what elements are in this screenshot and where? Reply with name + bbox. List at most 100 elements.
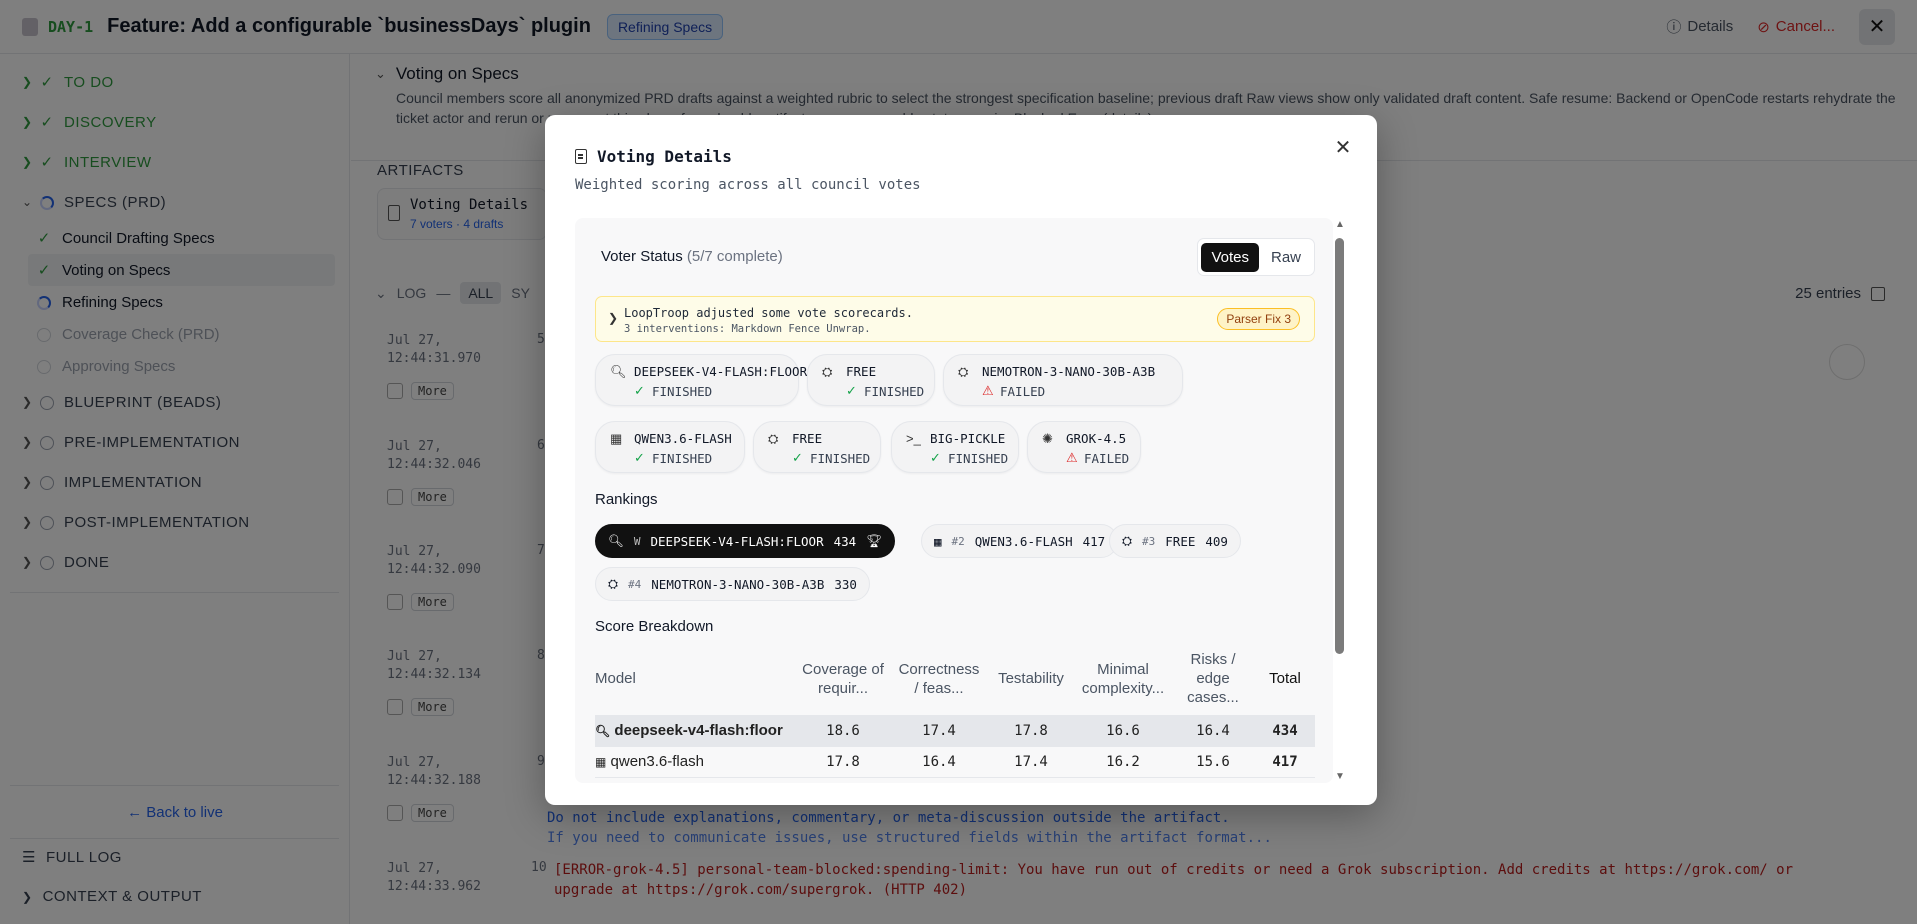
ranking-chip-winner[interactable]: 🔍︎ W DEEPSEEK-V4-FLASH:FLOOR 434 🏆︎ [595, 524, 896, 558]
model-cell: ▦ qwen3.6-flash [595, 746, 795, 778]
grid-icon: ▦ [595, 755, 607, 769]
robot-icon: ⛭ [958, 364, 969, 379]
view-toggle: Votes Raw [1197, 238, 1315, 276]
model-name: deepseek-v4-flash:floor [614, 722, 783, 739]
score-cell: 16.4 [1171, 715, 1255, 747]
voter-name: FREE [846, 364, 877, 379]
page: DAY-1 Feature: Add a configurable `busin… [0, 0, 1917, 924]
table-header-row: Model Coverage of requir... Correctness … [595, 643, 1315, 716]
voter-status: FAILED [1000, 384, 1046, 399]
ranking-chip[interactable]: ▦ #2 QWEN3.6-FLASH 417 [921, 524, 1119, 558]
voter-status: FINISHED [810, 451, 871, 466]
model-name: qwen3.6-flash [610, 753, 704, 770]
voter-name: NEMOTRON-3-NANO-30B-A3B [982, 364, 1156, 379]
col-risks: Risks / edge cases... [1171, 643, 1255, 716]
modal-subtitle: Weighted scoring across all council vote… [575, 177, 921, 193]
voter-status-heading: Voter Status (5/7 complete) [601, 248, 783, 265]
parser-fix-notice[interactable]: ❯ LoopTroop adjusted some vote scorecard… [595, 296, 1315, 342]
col-testability: Testability [987, 643, 1075, 716]
model-cell: 🔍︎ deepseek-v4-flash:floor [595, 715, 795, 747]
score-cell: 17.4 [987, 746, 1075, 778]
close-icon: ✕ [1334, 136, 1352, 159]
ranking-chip[interactable]: ⛭ #3 FREE 409 [1109, 524, 1241, 558]
col-minimal-complexity: Minimal complexity... [1075, 643, 1171, 716]
close-modal-button[interactable]: ✕ [1329, 133, 1357, 161]
check-circle-icon: ✓ [634, 383, 645, 398]
voting-panel: Voter Status (5/7 complete) Votes Raw ❯ … [575, 218, 1333, 783]
voter-status: FINISHED [948, 451, 1009, 466]
check-circle-icon: ✓ [846, 383, 857, 398]
ranking-score: 417 [1082, 533, 1106, 549]
ranking-name: QWEN3.6-FLASH [974, 533, 1073, 549]
col-total: Total [1255, 643, 1315, 716]
score-cell: 16.6 [1075, 715, 1171, 747]
modal-scrollbar[interactable]: ▲ ▼ [1332, 219, 1346, 782]
rankings-heading: Rankings [595, 491, 658, 508]
voter-status: FINISHED [652, 384, 713, 399]
swirl-icon: ✺ [1042, 431, 1053, 446]
magnifier-icon: 🔍︎ [610, 364, 627, 379]
score-cell: 18.6 [795, 715, 891, 747]
ranking-name: FREE [1165, 533, 1196, 549]
voter-status: FAILED [1084, 451, 1130, 466]
ranking-score: 330 [834, 576, 857, 592]
voter-chip: ✺ GROK-4.5 ⚠ FAILED [1027, 421, 1141, 473]
magnifier-icon: 🔍︎ [595, 724, 611, 738]
voter-name: GROK-4.5 [1066, 431, 1127, 446]
total-cell: 417 [1255, 746, 1315, 778]
parser-fix-badge: Parser Fix 3 [1217, 308, 1300, 330]
ranking-position: #2 [951, 534, 965, 548]
total-cell: 434 [1255, 715, 1315, 747]
score-cell: 16.2 [1075, 746, 1171, 778]
warning-icon: ⚠ [1066, 450, 1078, 465]
tab-votes[interactable]: Votes [1201, 242, 1259, 272]
tab-raw[interactable]: Raw [1261, 243, 1311, 272]
notice-detail: 3 interventions: Markdown Fence Unwrap. [624, 323, 871, 335]
ranking-name: NEMOTRON-3-NANO-30B-A3B [651, 576, 825, 592]
col-model: Model [595, 643, 795, 716]
voter-status: FINISHED [652, 451, 713, 466]
voter-chip: ⛭ FREE ✓ FINISHED [807, 354, 935, 406]
trophy-icon: 🏆︎ [866, 533, 883, 548]
magnifier-icon: 🔍︎ [608, 533, 624, 548]
ranking-position: #4 [628, 577, 642, 591]
robot-icon: ⛭ [1122, 533, 1133, 548]
scroll-up-icon[interactable]: ▲ [1335, 219, 1345, 230]
score-cell: 16.4 [891, 746, 987, 778]
ranking-name: DEEPSEEK-V4-FLASH:FLOOR [650, 533, 824, 549]
voter-chip: ⛭ NEMOTRON-3-NANO-30B-A3B ⚠ FAILED [943, 354, 1183, 406]
notice-title: LoopTroop adjusted some vote scorecards. [624, 306, 913, 320]
ranking-position: #3 [1142, 534, 1156, 548]
robot-icon: ⛭ [822, 364, 833, 379]
voting-details-modal: Voting Details Weighted scoring across a… [545, 115, 1377, 805]
score-cell: 17.8 [987, 715, 1075, 747]
table-row: ▦ qwen3.6-flash 17.8 16.4 17.4 16.2 15.6… [595, 746, 1315, 778]
col-correctness: Correctness / feas... [891, 643, 987, 716]
voter-name: QWEN3.6-FLASH [634, 431, 732, 446]
ranking-chip[interactable]: ⛭ #4 NEMOTRON-3-NANO-30B-A3B 330 [595, 567, 870, 601]
scroll-down-icon[interactable]: ▼ [1335, 771, 1345, 782]
voter-chip: ▦ QWEN3.6-FLASH ✓ FINISHED [595, 421, 745, 473]
ranking-score: 434 [833, 533, 857, 549]
robot-icon: ⛭ [768, 431, 779, 446]
check-circle-icon: ✓ [792, 450, 803, 465]
robot-icon: ⛭ [608, 576, 619, 591]
score-cell: 15.6 [1171, 746, 1255, 778]
score-breakdown-heading: Score Breakdown [595, 618, 714, 635]
voter-chip: ⛭ FREE ✓ FINISHED [753, 421, 881, 473]
voter-chip: >_ BIG-PICKLE ✓ FINISHED [891, 421, 1019, 473]
score-table: Model Coverage of requir... Correctness … [595, 643, 1315, 778]
score-cell: 17.8 [795, 746, 891, 778]
voter-status-label: Voter Status [601, 248, 683, 265]
terminal-icon: >_ [906, 431, 921, 446]
voter-chip: 🔍︎ DEEPSEEK-V4-FLASH:FLOOR ✓ FINISHED [595, 354, 807, 406]
table-row: 🔍︎ deepseek-v4-flash:floor 18.6 17.4 17.… [595, 715, 1315, 747]
ranking-score: 409 [1205, 533, 1228, 549]
voter-name: DEEPSEEK-V4-FLASH:FLOOR [634, 364, 808, 379]
warning-icon: ⚠ [982, 383, 994, 398]
check-circle-icon: ✓ [930, 450, 941, 465]
scrollbar-thumb[interactable] [1335, 238, 1344, 654]
modal-header: Voting Details [575, 147, 732, 166]
grid-icon: ▦ [610, 431, 623, 446]
voter-name: FREE [792, 431, 823, 446]
